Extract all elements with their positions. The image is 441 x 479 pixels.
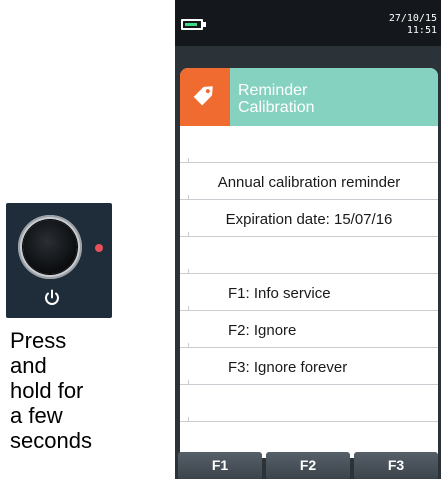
power-icon [45,289,59,305]
battery-icon [181,19,203,30]
f2-button[interactable]: F2 [266,452,350,479]
power-button[interactable] [18,215,82,279]
device-screen: 27/10/15 11:51 Reminder Calibration Annu… [175,0,441,479]
power-led-indicator [95,244,103,252]
battery-level [185,23,197,26]
header-title-box: Reminder Calibration [230,68,438,126]
f3-button[interactable]: F3 [354,452,438,479]
status-bar: 27/10/15 11:51 [175,0,441,46]
expiration-date-row: Expiration date: 15/07/16 [180,200,438,237]
list-row-empty [180,126,438,163]
power-button-face[interactable] [23,220,77,274]
status-date: 27/10/15 [388,13,437,24]
option-ignore[interactable]: F2: Ignore [180,311,438,348]
option-ignore-label: F2: Ignore [228,322,297,339]
stage: Press and hold for a few seconds 27/10/1… [0,0,441,479]
option-ignore-forever-label: F3: Ignore forever [228,359,348,376]
header-icon-box [180,68,230,126]
press-instruction-line: and [10,353,47,378]
list-row-empty [180,385,438,422]
function-key-bar: F1 F2 F3 [175,452,441,479]
status-time: 11:51 [406,25,437,36]
tag-icon [193,86,213,106]
reminder-message-row: Annual calibration reminder [180,163,438,200]
press-instruction-line: Press [10,328,67,353]
power-button-panel [6,203,112,318]
press-instruction-line: a few [10,403,63,428]
page-title-line1: Reminder [238,82,308,99]
press-instruction-line: seconds [10,428,92,453]
option-info-service[interactable]: F1: Info service [180,274,438,311]
press-instruction: Press and hold for a few seconds [10,328,120,453]
reminder-card: Reminder Calibration Annual calibration … [180,68,438,458]
option-info-service-label: F1: Info service [228,285,331,302]
page-title-line2: Calibration [238,99,315,116]
press-instruction-line: hold for [10,378,84,403]
expiration-date: Expiration date: 15/07/16 [225,211,393,228]
f1-button[interactable]: F1 [178,452,262,479]
reminder-header: Reminder Calibration [180,68,438,126]
reminder-message: Annual calibration reminder [217,174,401,191]
battery-tip [203,22,206,27]
page-title: Reminder Calibration [238,82,314,116]
option-ignore-forever[interactable]: F3: Ignore forever [180,348,438,385]
list-row-empty [180,237,438,274]
